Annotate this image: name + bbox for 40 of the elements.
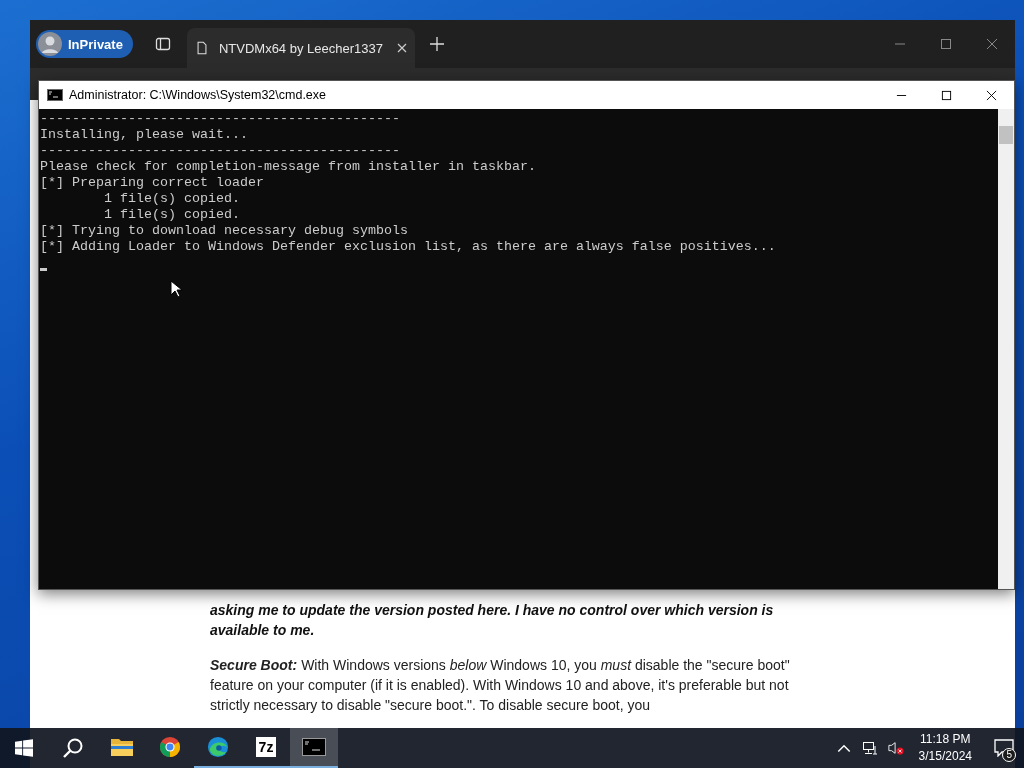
folder-icon xyxy=(110,736,134,758)
console-icon xyxy=(47,89,63,101)
article-paragraph: Secure Boot: With Windows versions below Windows 10, you must disable the "secure boot" feature on your computer (if it is enabled). With Windows 10 and above, it's preferable but not strictly necessary to disable "secure boot.". To disable secure boot, you xyxy=(210,656,791,715)
notification-icon[interactable] xyxy=(994,739,1014,757)
browser-tab[interactable]: NTVDMx64 by Leecher1337 xyxy=(186,28,415,68)
console-icon xyxy=(302,736,326,758)
console-line: Installing, please wait... xyxy=(40,127,249,143)
edge-icon xyxy=(206,736,230,758)
clock-time[interactable]: 11:18 PM xyxy=(920,731,971,748)
new-tab-icon[interactable] xyxy=(428,36,445,52)
console-line: --------------------------------------------- xyxy=(40,111,401,127)
console-line: 1 file(s) copied. xyxy=(103,207,241,223)
windows-logo-icon[interactable] xyxy=(15,739,33,757)
inprivate-label: InPrivate xyxy=(68,36,123,52)
clock-date[interactable]: 3/15/2024 xyxy=(918,748,972,765)
article-paragraph: asking me to update the version posted here. I have no control over which version is available to me. xyxy=(210,601,775,640)
close-icon[interactable] xyxy=(986,89,997,101)
page-icon xyxy=(194,40,209,56)
speaker-icon[interactable] xyxy=(887,740,904,756)
inprivate-badge[interactable]: InPrivate xyxy=(36,30,133,58)
console-line: [*] Trying to download necessary debug symbols xyxy=(40,223,409,239)
chrome-icon xyxy=(158,736,182,758)
maximize-icon[interactable] xyxy=(941,89,952,101)
network-icon[interactable] xyxy=(861,740,878,756)
tab-actions-icon[interactable] xyxy=(154,36,171,52)
window-title: Administrator: C:\Windows\System32\cmd.exe xyxy=(69,88,327,102)
tab-title: NTVDMx64 by Leecher1337 xyxy=(218,40,384,56)
taskbar-app[interactable] xyxy=(290,728,338,768)
console-line: 1 file(s) copied. xyxy=(103,191,241,207)
mouse-pointer-icon xyxy=(170,280,182,298)
console-line: [*] Adding Loader to Windows Defender exclusion list, as there are always false positives... xyxy=(40,239,777,255)
search-icon[interactable] xyxy=(62,737,84,759)
avatar-icon xyxy=(38,32,62,56)
console-line: --------------------------------------------- xyxy=(40,143,401,159)
taskbar-app[interactable]: 7z xyxy=(242,728,290,768)
console-line: [*] Preparing correct loader xyxy=(40,175,265,191)
scrollbar[interactable] xyxy=(998,109,1014,589)
app-label: 7z xyxy=(255,737,277,757)
notification-count: 5 xyxy=(1002,748,1016,762)
console-line: Please check for completion-message from installer in taskbar. xyxy=(40,159,537,175)
